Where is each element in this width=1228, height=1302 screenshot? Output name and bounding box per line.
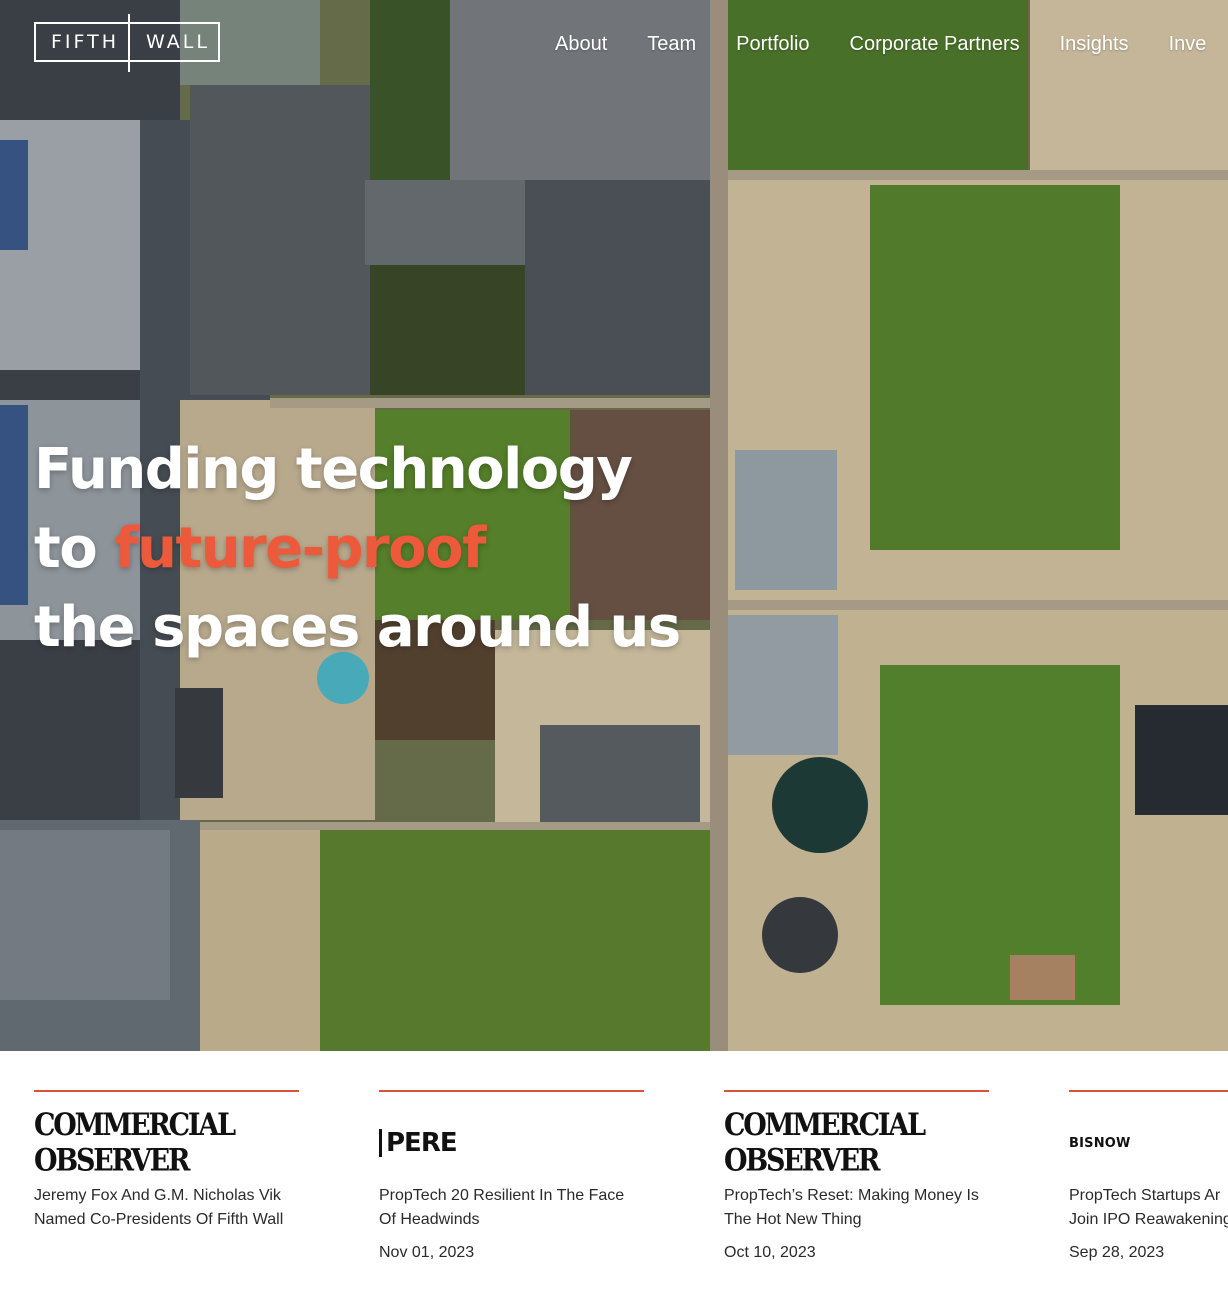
headline-accent: future-proof — [114, 516, 486, 581]
headline-line-2-prefix: to — [34, 516, 98, 581]
nav-investors[interactable]: Inve — [1169, 30, 1207, 58]
article-date: Sep 28, 2023 — [1069, 1244, 1165, 1261]
hero-section: FIFTH WALL About Team Portfolio Corporat… — [0, 0, 1228, 1051]
press-strip: COMMERCIAL OBSERVER Jeremy Fox And G.M. … — [0, 1051, 1228, 1302]
press-card[interactable]: BISNOW PropTech Startups Ar Join IPO Reaw… — [1069, 1090, 1228, 1262]
headline-line-2: to future-proof — [34, 509, 680, 588]
nav-insights[interactable]: Insights — [1060, 30, 1129, 58]
nav-portfolio[interactable]: Portfolio — [736, 30, 809, 58]
publication-logo: COMMERCIAL OBSERVER — [724, 1107, 926, 1179]
article-title[interactable]: Jeremy Fox And G.M. Nicholas Vik Named C… — [34, 1184, 299, 1232]
article-date: Oct 10, 2023 — [724, 1244, 816, 1261]
nav-about[interactable]: About — [555, 30, 607, 58]
publication-logo: BISNOW — [1069, 1135, 1131, 1151]
fifth-wall-logo[interactable]: FIFTH WALL — [34, 14, 220, 72]
hero-headline: Funding technology to future-proof the s… — [34, 430, 681, 667]
publication-name: PERE — [386, 1128, 458, 1158]
nav-corporate-partners[interactable]: Corporate Partners — [850, 30, 1020, 58]
card-divider — [34, 1090, 299, 1092]
article-date: Nov 01, 2023 — [379, 1244, 475, 1261]
press-card[interactable]: COMMERCIAL OBSERVER PropTech’s Reset: Ma… — [724, 1090, 989, 1262]
press-card[interactable]: COMMERCIAL OBSERVER Jeremy Fox And G.M. … — [34, 1090, 299, 1244]
nav-team[interactable]: Team — [647, 30, 696, 58]
article-title[interactable]: PropTech Startups Ar Join IPO Reawakening — [1069, 1184, 1228, 1232]
card-divider — [724, 1090, 989, 1092]
card-divider — [379, 1090, 644, 1092]
article-title-line[interactable]: PropTech Startups Ar — [1069, 1184, 1228, 1208]
headline-line-3: the spaces around us — [34, 595, 681, 660]
main-nav: About Team Portfolio Corporate Partners … — [555, 30, 1228, 58]
article-title-line[interactable]: Join IPO Reawakening — [1069, 1208, 1228, 1232]
publication-logo: COMMERCIAL OBSERVER — [34, 1107, 236, 1179]
logo-word-wall: WALL — [146, 31, 210, 53]
headline-line-1: Funding technology — [34, 437, 633, 502]
logo-divider — [128, 14, 130, 72]
article-title[interactable]: PropTech 20 Resilient In The Face Of Hea… — [379, 1184, 644, 1232]
pere-bar-icon — [379, 1129, 382, 1157]
card-divider — [1069, 1090, 1228, 1092]
logo-word-fifth: FIFTH — [50, 31, 120, 53]
press-card[interactable]: PERE PropTech 20 Resilient In The Face O… — [379, 1090, 644, 1262]
publication-logo: PERE — [379, 1118, 644, 1168]
article-title[interactable]: PropTech’s Reset: Making Money Is The Ho… — [724, 1184, 989, 1232]
